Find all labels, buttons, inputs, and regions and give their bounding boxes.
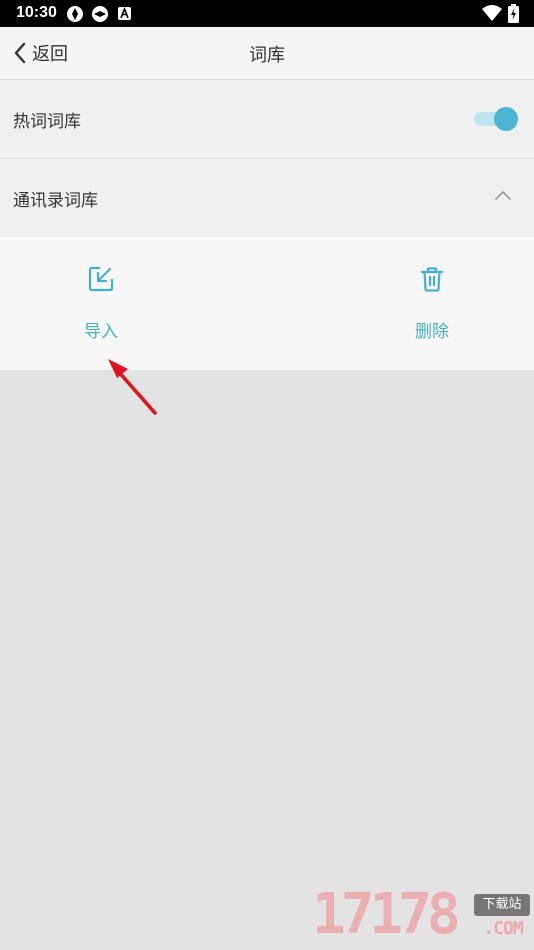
hot-words-row: 热词词库 bbox=[0, 80, 534, 158]
watermark-digits: 17178 bbox=[312, 882, 461, 947]
actions-panel: 导入 删除 bbox=[0, 237, 534, 370]
watermark-logo: 17178 下载站 .COM bbox=[308, 882, 532, 948]
chevron-up-icon[interactable] bbox=[494, 189, 512, 201]
watermark-badge: 下载站 bbox=[474, 894, 530, 916]
trash-icon bbox=[420, 267, 444, 292]
app-notification-icon bbox=[118, 7, 131, 20]
contacts-label: 通讯录词库 bbox=[13, 191, 98, 211]
import-label: 导入 bbox=[84, 322, 118, 342]
hot-words-toggle[interactable] bbox=[472, 107, 518, 131]
status-time: 10:30 bbox=[16, 4, 57, 21]
wifi-icon bbox=[482, 5, 502, 21]
watermark-suffix: .COM bbox=[483, 918, 523, 939]
hot-words-label: 热词词库 bbox=[13, 112, 81, 132]
delete-label: 删除 bbox=[415, 322, 449, 342]
import-icon bbox=[88, 266, 114, 292]
contacts-row[interactable]: 通讯录词库 bbox=[0, 159, 534, 237]
sync-icon bbox=[67, 6, 83, 22]
toggle-thumb bbox=[494, 107, 518, 131]
nav-bar: 返回 词库 bbox=[0, 27, 534, 80]
page-title: 词库 bbox=[249, 45, 285, 66]
status-bar: 10:30 bbox=[0, 0, 534, 27]
delete-button[interactable]: 删除 bbox=[367, 237, 497, 370]
battery-charging-icon bbox=[508, 4, 519, 23]
sync-icon-2 bbox=[92, 6, 108, 22]
annotation-arrow-icon bbox=[108, 359, 157, 415]
